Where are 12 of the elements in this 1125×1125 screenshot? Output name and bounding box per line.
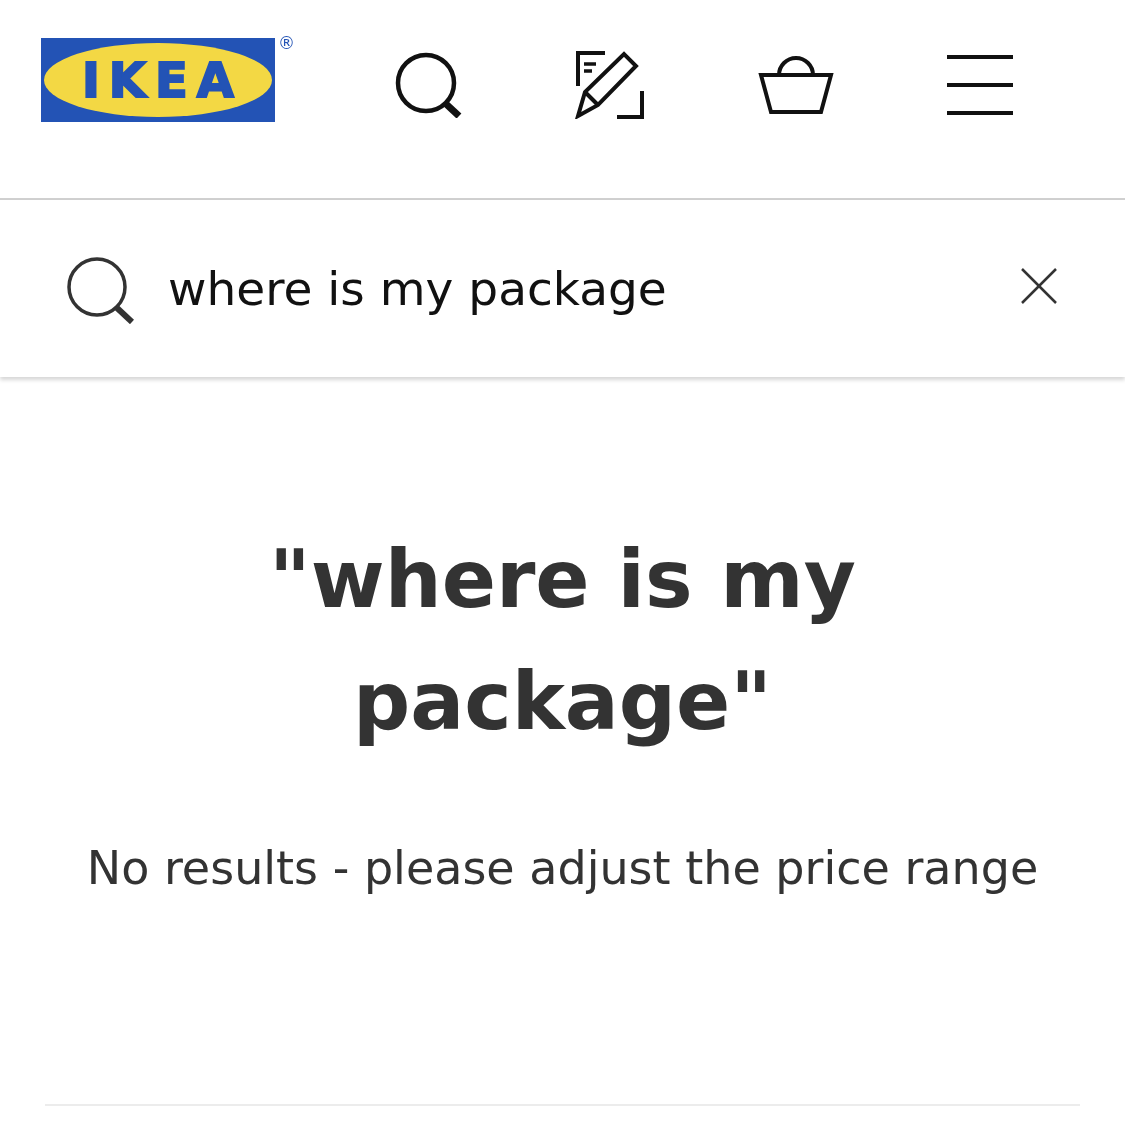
search-query-heading: "where is my package"	[268, 532, 857, 750]
pencil-note-icon[interactable]	[575, 51, 645, 119]
basket-icon[interactable]	[758, 55, 834, 115]
close-icon[interactable]	[1021, 267, 1057, 304]
registered-mark: ®	[278, 35, 295, 52]
search-field[interactable]: where is my package	[168, 257, 997, 320]
logo[interactable]: IKEA	[41, 38, 275, 122]
menu-icon[interactable]	[947, 55, 1013, 115]
search-icon	[66, 257, 134, 324]
search-icon[interactable]	[394, 52, 462, 118]
no-results-message: No results - please adjust the price range	[86, 840, 1039, 897]
logo-wordmark: IKEA	[81, 56, 243, 104]
